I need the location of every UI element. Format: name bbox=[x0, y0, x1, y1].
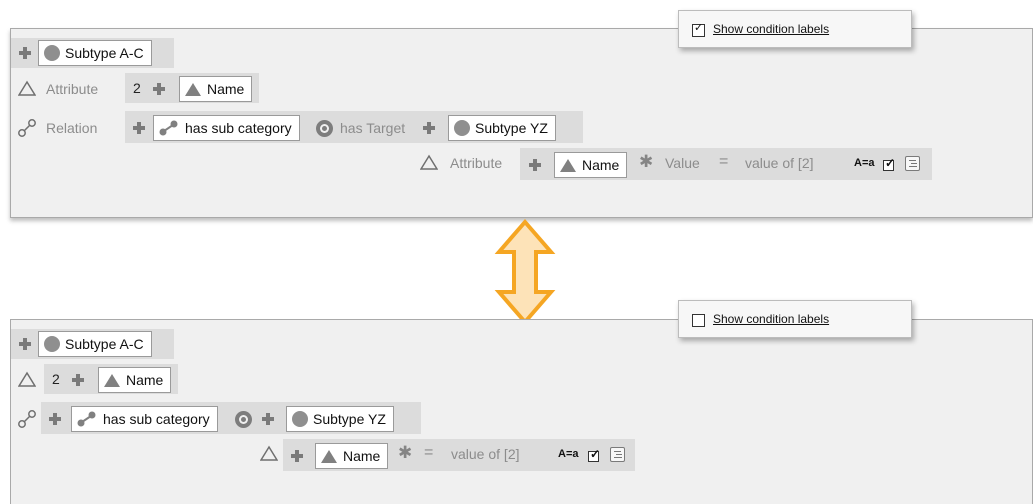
target-entity-label: Subtype YZ bbox=[475, 120, 548, 136]
relation-filled-icon bbox=[159, 120, 178, 136]
circle-icon bbox=[454, 120, 470, 136]
value-expression[interactable]: value of [2] bbox=[745, 155, 814, 171]
relation-icon bbox=[18, 410, 36, 428]
triangle-outline-icon bbox=[260, 445, 278, 461]
attribute-field-box[interactable]: Name bbox=[98, 367, 172, 393]
show-condition-labels-checkbox[interactable] bbox=[692, 314, 705, 327]
circle-icon bbox=[292, 411, 308, 427]
inner-attribute-label: Attribute bbox=[450, 155, 503, 171]
plus-icon[interactable] bbox=[133, 122, 145, 134]
show-condition-labels-popup: Show condition labels bbox=[678, 300, 912, 338]
triangle-outline-icon bbox=[18, 371, 36, 387]
root-entity-label: Subtype A-C bbox=[65, 336, 144, 352]
inner-attribute-field-box[interactable]: Name bbox=[315, 443, 389, 469]
double-arrow-icon bbox=[494, 218, 556, 326]
target-entity-label: Subtype YZ bbox=[313, 411, 386, 427]
has-target-label: has Target bbox=[340, 120, 406, 136]
equals-sign: = bbox=[424, 444, 434, 461]
attribute-number[interactable]: 2 bbox=[52, 371, 60, 387]
plus-icon[interactable] bbox=[262, 413, 274, 425]
show-condition-labels-checkbox[interactable]: ✓ bbox=[692, 22, 705, 37]
triangle-outline-icon bbox=[420, 154, 438, 170]
plus-icon[interactable] bbox=[72, 374, 84, 386]
checkmark-icon: ✓ bbox=[590, 447, 601, 461]
triangle-icon bbox=[560, 158, 576, 172]
plus-icon[interactable] bbox=[529, 159, 541, 171]
show-condition-labels-popup: ✓ Show condition labels bbox=[678, 10, 912, 48]
relation-name: has sub category bbox=[103, 411, 210, 427]
circle-icon bbox=[44, 336, 60, 352]
attribute-number[interactable]: 2 bbox=[133, 80, 141, 96]
equals-sign: = bbox=[719, 153, 729, 170]
attribute-field-label: Name bbox=[126, 372, 164, 388]
inner-attribute-field-label: Name bbox=[582, 157, 620, 173]
relation-icon bbox=[18, 119, 36, 137]
attribute-field-label: Name bbox=[207, 81, 245, 97]
target-icon bbox=[235, 411, 252, 428]
gear-icon[interactable]: ✱ bbox=[398, 444, 412, 461]
value-expression[interactable]: value of [2] bbox=[451, 446, 520, 462]
plus-icon[interactable] bbox=[153, 83, 165, 95]
root-entity-box[interactable]: Subtype A-C bbox=[38, 40, 152, 66]
plus-icon[interactable] bbox=[291, 450, 303, 462]
relation-filled-icon bbox=[77, 411, 96, 427]
relation-box[interactable]: has sub category bbox=[71, 406, 218, 432]
condition-editor-labeled: Subtype A-C Attribute 2 Name Relation ha… bbox=[10, 28, 1033, 218]
target-icon bbox=[316, 120, 333, 137]
show-condition-labels-label[interactable]: Show condition labels bbox=[713, 22, 829, 36]
case-sensitive-label: A=a bbox=[854, 157, 875, 169]
value-label: Value bbox=[665, 155, 700, 171]
triangle-outline-icon bbox=[18, 80, 36, 96]
case-sensitive-checkbox[interactable]: ✓ bbox=[588, 447, 601, 462]
filter-icon[interactable] bbox=[905, 156, 920, 171]
triangle-icon bbox=[321, 449, 337, 463]
target-entity-box[interactable]: Subtype YZ bbox=[448, 115, 556, 141]
show-condition-labels-label[interactable]: Show condition labels bbox=[713, 312, 829, 326]
attribute-field-box[interactable]: Name bbox=[179, 76, 253, 102]
root-entity-label: Subtype A-C bbox=[65, 45, 144, 61]
inner-attribute-field-box[interactable]: Name bbox=[554, 152, 628, 178]
relation-box[interactable]: has sub category bbox=[153, 115, 300, 141]
plus-icon[interactable] bbox=[19, 47, 31, 59]
case-sensitive-checkbox[interactable]: ✓ bbox=[883, 156, 896, 171]
relation-name: has sub category bbox=[185, 120, 292, 136]
gear-icon[interactable]: ✱ bbox=[639, 153, 653, 170]
root-entity-box[interactable]: Subtype A-C bbox=[38, 331, 152, 357]
target-entity-box[interactable]: Subtype YZ bbox=[286, 406, 394, 432]
checkmark-icon: ✓ bbox=[694, 22, 704, 34]
plus-icon[interactable] bbox=[423, 122, 435, 134]
checkmark-icon: ✓ bbox=[885, 156, 896, 170]
circle-icon bbox=[44, 45, 60, 61]
inner-attribute-field-label: Name bbox=[343, 448, 381, 464]
condition-editor-compact: Subtype A-C 2 Name has sub category Subt… bbox=[10, 319, 1033, 504]
relation-label: Relation bbox=[46, 120, 98, 136]
filter-icon[interactable] bbox=[610, 447, 625, 462]
plus-icon[interactable] bbox=[19, 338, 31, 350]
case-sensitive-label: A=a bbox=[558, 448, 579, 460]
plus-icon[interactable] bbox=[49, 413, 61, 425]
triangle-icon bbox=[104, 373, 120, 387]
attribute-label: Attribute bbox=[46, 81, 99, 97]
triangle-icon bbox=[185, 82, 201, 96]
